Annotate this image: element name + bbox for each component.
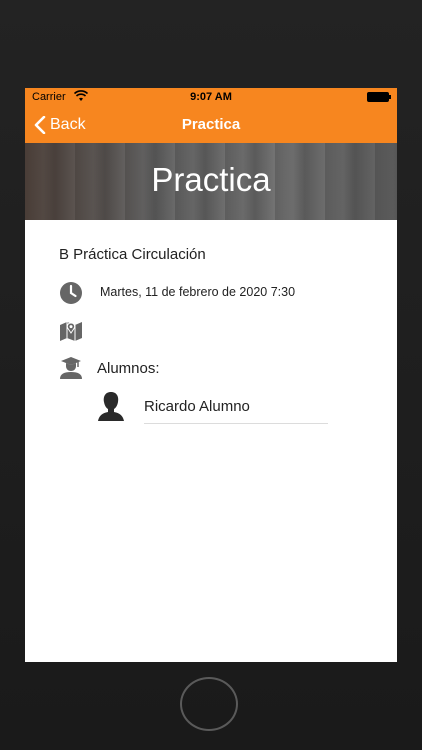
graduate-icon bbox=[60, 357, 82, 379]
battery-icon bbox=[367, 92, 391, 102]
lesson-datetime: Martes, 11 de febrero de 2020 7:30 bbox=[100, 285, 296, 299]
home-button[interactable] bbox=[180, 677, 238, 731]
navigation-bar: Back Practica bbox=[25, 106, 397, 143]
map-location-icon bbox=[60, 322, 82, 341]
nav-title: Practica bbox=[181, 116, 241, 133]
students-label: Alumnos: bbox=[97, 360, 160, 377]
phone-frame: Carrier 9:07 AM Back Practica Practica B… bbox=[0, 0, 422, 750]
clock-icon bbox=[60, 282, 82, 304]
student-name: Ricardo Alumno bbox=[144, 398, 250, 415]
avatar bbox=[98, 392, 124, 421]
status-time: 9:07 AM bbox=[190, 91, 232, 103]
hero-banner: Practica bbox=[25, 143, 397, 220]
divider bbox=[144, 423, 328, 424]
hero-title: Practica bbox=[151, 161, 271, 198]
app-screen: Carrier 9:07 AM Back Practica Practica B… bbox=[25, 88, 397, 662]
lesson-name: B Práctica Circulación bbox=[59, 246, 206, 263]
status-bar: Carrier 9:07 AM bbox=[25, 88, 397, 106]
